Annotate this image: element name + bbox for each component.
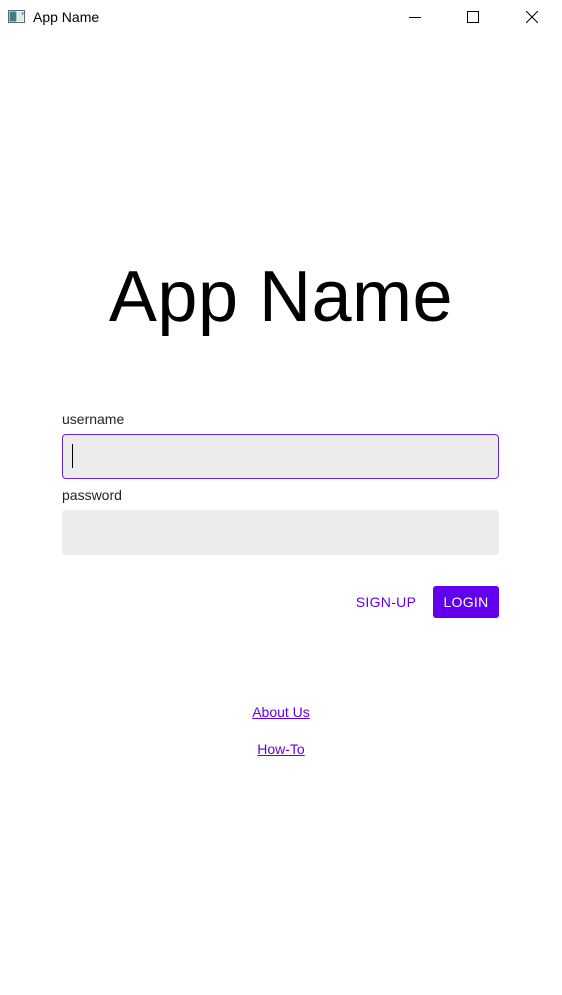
window-title: App Name <box>33 9 100 25</box>
maximize-button[interactable] <box>444 0 502 34</box>
how-to-link[interactable]: How-To <box>257 741 304 757</box>
username-input[interactable] <box>62 434 499 479</box>
maximize-icon <box>467 11 479 23</box>
page-title: App Name <box>108 257 454 337</box>
title-bar: App Name <box>0 0 562 34</box>
about-us-link-row: About Us <box>0 704 562 720</box>
app-window: App Name App Name username password SIGN… <box>0 0 562 995</box>
password-label: password <box>62 487 122 503</box>
close-icon <box>526 11 538 23</box>
password-input[interactable] <box>62 510 499 555</box>
app-icon <box>8 10 25 23</box>
text-caret <box>72 444 73 468</box>
minimize-button[interactable] <box>386 0 444 34</box>
username-label: username <box>62 411 125 427</box>
signup-button[interactable]: SIGN-UP <box>348 586 424 618</box>
login-button[interactable]: LOGIN <box>433 586 499 618</box>
how-to-link-row: How-To <box>0 741 562 757</box>
minimize-icon <box>409 17 421 18</box>
close-button[interactable] <box>503 0 561 34</box>
about-us-link[interactable]: About Us <box>252 704 310 720</box>
